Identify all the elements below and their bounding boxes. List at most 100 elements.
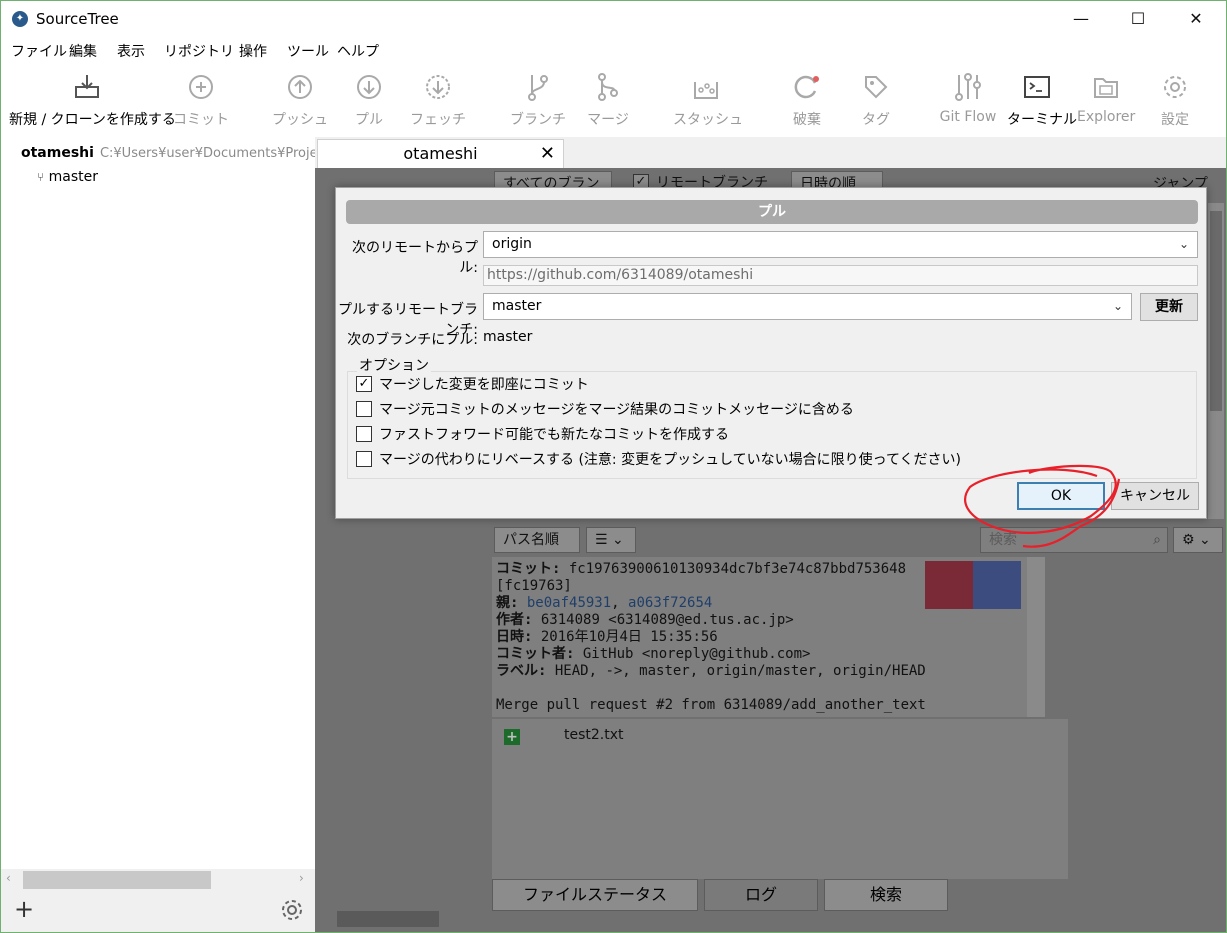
toolbar-terminal-button[interactable]: ターミナル	[1007, 71, 1077, 131]
sidebar-horizontal-scrollbar[interactable]: ‹ ›	[1, 869, 315, 891]
toolbar-discard-button[interactable]: 破棄	[785, 71, 829, 131]
history-hscrollbar[interactable]	[315, 909, 492, 929]
window-title: SourceTree	[36, 10, 119, 28]
pull-icon	[345, 71, 393, 103]
scrollbar-thumb[interactable]	[23, 871, 211, 889]
remote-label: 次のリモートからプル:	[352, 240, 478, 276]
toolbar-push-label: プッシュ	[272, 112, 328, 128]
menu-repository[interactable]: リポジトリ	[164, 41, 234, 61]
chevron-down-icon: ⌄	[1178, 237, 1189, 251]
committer-value: GitHub <noreply@github.com>	[582, 646, 811, 662]
commit-details-pane: コミット: fc19763900610130934dc7bf3e74c87bbd…	[492, 557, 1045, 717]
sourcetree-window: ✦ SourceTree — ☐ ✕ ファイル 編集 表示 リポジトリ 操作 ツ…	[0, 0, 1227, 933]
tab-close-icon[interactable]: ✕	[540, 140, 555, 168]
settings-icon	[1155, 71, 1195, 103]
toolbar-stash-label: スタッシュ	[673, 112, 743, 128]
option-checkbox[interactable]	[356, 426, 372, 442]
option-label: マージ元コミットのメッセージをマージ結果のコミットメッセージに含める	[379, 402, 854, 418]
committer-label: コミット者:	[496, 646, 575, 662]
sidebar-footer: +	[1, 891, 315, 932]
tab-search[interactable]: 検索	[824, 879, 948, 911]
gear-icon[interactable]	[279, 897, 305, 927]
tab-file-status[interactable]: ファイルステータス	[492, 879, 698, 911]
remote-branch-select[interactable]: master ⌄	[483, 293, 1132, 320]
labels-label: ラベル:	[496, 663, 547, 679]
option-rebase[interactable]: マージの代わりにリベースする (注意: 変更をプッシュしていない場合に限り使って…	[356, 449, 961, 469]
branch-icon	[509, 71, 567, 103]
remote-select[interactable]: origin ⌄	[483, 231, 1198, 258]
scroll-left-icon[interactable]: ‹	[6, 871, 11, 885]
maximize-button[interactable]: ☐	[1115, 5, 1161, 33]
toolbar-gitflow-button[interactable]: Git Flow	[937, 71, 999, 131]
list-icon: ☰ ⌄	[595, 532, 624, 548]
clone-icon	[9, 71, 164, 103]
toolbar-pull-button[interactable]: プル	[345, 71, 393, 131]
menu-edit[interactable]: 編集	[69, 41, 97, 61]
changed-files-pane: + test2.txt	[492, 719, 1068, 879]
minimize-button[interactable]: —	[1058, 5, 1104, 33]
option-commit-immediately[interactable]: ✓ マージした変更を即座にコミット	[356, 374, 589, 394]
repo-sidebar: otameshi C:¥Users¥user¥Documents¥Projec ⑂…	[1, 137, 325, 932]
option-label: マージした変更を即座にコミット	[379, 377, 589, 393]
menu-actions[interactable]: 操作	[239, 41, 267, 61]
remote-value: origin	[492, 236, 532, 252]
history-scroll-thumb[interactable]	[337, 911, 439, 927]
parent-link-1[interactable]: be0af45931	[527, 595, 611, 611]
sidebar-branch-master[interactable]: ⑂ master	[37, 169, 98, 185]
path-sort-select[interactable]: パス名順	[494, 527, 580, 553]
add-repo-button[interactable]: +	[14, 895, 34, 923]
tab-log[interactable]: ログ	[704, 879, 818, 911]
parent-link-2[interactable]: a063f72654	[628, 595, 712, 611]
option-include-messages[interactable]: マージ元コミットのメッセージをマージ結果のコミットメッセージに含める	[356, 399, 854, 419]
toolbar-tag-button[interactable]: タグ	[859, 71, 893, 131]
toolbar-branch-label: ブランチ	[510, 112, 566, 128]
file-search-input[interactable]: 検索 ⌕	[980, 527, 1168, 553]
toolbar-branch-button[interactable]: ブランチ	[509, 71, 567, 131]
ok-button[interactable]: OK	[1017, 482, 1105, 510]
toolbar-stash-button[interactable]: スタッシュ	[673, 71, 743, 131]
sidebar-repo-item[interactable]: otameshi C:¥Users¥user¥Documents¥Projec	[21, 145, 325, 161]
parents-label: 親:	[496, 595, 519, 611]
gear-icon: ⚙ ⌄	[1182, 532, 1211, 548]
file-name[interactable]: test2.txt	[564, 727, 624, 743]
settings-dropdown[interactable]: ⚙ ⌄	[1173, 527, 1223, 553]
repo-name: otameshi	[21, 145, 94, 161]
branch-icon: ⑂	[37, 170, 45, 184]
toolbar-merge-label: マージ	[587, 112, 629, 128]
scroll-right-icon[interactable]: ›	[299, 871, 304, 885]
sourcetree-logo-icon: ✦	[12, 11, 28, 27]
bottom-tabs: ファイルステータス ログ 検索	[492, 879, 1226, 911]
option-label: マージの代わりにリベースする (注意: 変更をプッシュしていない場合に限り使って…	[379, 452, 962, 468]
toolbar-fetch-button[interactable]: フェッチ	[409, 71, 467, 131]
close-window-button[interactable]: ✕	[1173, 5, 1219, 33]
toolbar-commit-button[interactable]: コミット	[171, 71, 231, 131]
view-mode-select[interactable]: ☰ ⌄	[586, 527, 636, 553]
toolbar-discard-label: 破棄	[793, 112, 821, 128]
commit-details-scrollbar[interactable]	[1027, 557, 1045, 717]
toolbar-clone-button[interactable]: 新規 / クローンを作成する	[9, 71, 176, 131]
toolbar-push-button[interactable]: プッシュ	[271, 71, 329, 131]
option-checkbox[interactable]	[356, 451, 372, 467]
menu-file[interactable]: ファイル	[11, 41, 67, 61]
menu-tools[interactable]: ツール	[287, 41, 329, 61]
terminal-icon	[1007, 71, 1067, 103]
option-no-fast-forward[interactable]: ファストフォワード可能でも新たなコミットを作成する	[356, 424, 729, 444]
menu-view[interactable]: 表示	[117, 41, 145, 61]
graph-scrollbar[interactable]	[1208, 203, 1224, 519]
toolbar-explorer-button[interactable]: Explorer	[1077, 71, 1135, 131]
tab-otameshi[interactable]: otameshi ✕	[317, 139, 564, 168]
graph-scroll-thumb[interactable]	[1210, 211, 1222, 411]
toolbar-settings-label: 設定	[1161, 112, 1189, 128]
repo-path: C:¥Users¥user¥Documents¥Projec	[99, 146, 325, 161]
menu-help[interactable]: ヘルプ	[337, 41, 379, 61]
title-bar: ✦ SourceTree — ☐ ✕	[1, 1, 1226, 37]
stash-icon	[673, 71, 739, 103]
toolbar-clone-label: 新規 / クローンを作成する	[9, 112, 176, 128]
remote-url-field: https://github.com/6314089/otameshi	[483, 265, 1198, 286]
option-checkbox-checked[interactable]: ✓	[356, 376, 372, 392]
option-checkbox[interactable]	[356, 401, 372, 417]
toolbar-merge-button[interactable]: マージ	[585, 71, 631, 131]
toolbar-settings-button[interactable]: 設定	[1155, 71, 1195, 131]
refresh-button[interactable]: 更新	[1140, 293, 1198, 321]
cancel-button[interactable]: キャンセル	[1111, 482, 1199, 510]
